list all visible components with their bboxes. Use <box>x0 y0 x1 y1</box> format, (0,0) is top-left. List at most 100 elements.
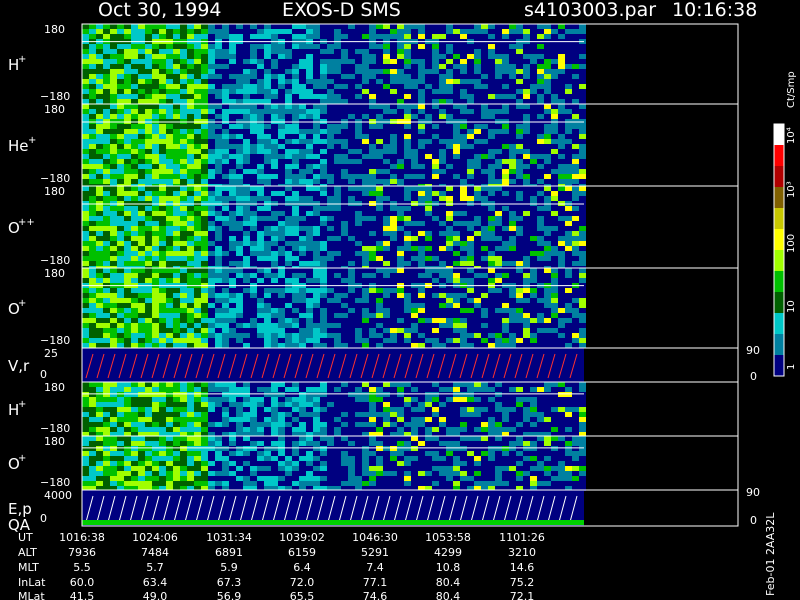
spectrogram-cell <box>376 246 383 251</box>
spectrogram-cell <box>355 196 362 201</box>
spectrogram-cell <box>264 154 271 159</box>
spectrogram-cell <box>418 109 425 114</box>
spectrogram-cell <box>89 288 96 293</box>
spectrogram-cell <box>299 99 306 104</box>
spectrogram-cell <box>495 206 502 211</box>
spectrogram-cell <box>502 34 509 39</box>
spectrogram-cell <box>341 338 348 343</box>
spectrogram-cell <box>243 303 250 308</box>
spectrogram-cell <box>187 94 194 99</box>
spectrogram-cell <box>313 278 320 283</box>
spectrogram-cell <box>159 149 166 154</box>
spectrogram-cell <box>488 328 495 333</box>
spectrogram-cell <box>348 29 355 34</box>
spectrogram-cell <box>530 251 537 256</box>
spectrogram-cell <box>558 268 565 273</box>
spectrogram-cell <box>159 273 166 278</box>
spectrogram-cell <box>229 236 236 241</box>
spectrogram-cell <box>180 303 187 308</box>
spectrogram-cell <box>348 114 355 119</box>
spectrogram-cell <box>229 104 236 109</box>
spectrogram-cell <box>278 246 285 251</box>
spectrogram-cell <box>299 24 306 29</box>
spectrogram-cell <box>194 298 201 303</box>
spectrogram-cell <box>117 323 124 328</box>
spectrogram-cell <box>215 273 222 278</box>
spectrogram-cell <box>439 89 446 94</box>
spectrogram-cell <box>425 261 432 266</box>
spectrogram-cell <box>355 338 362 343</box>
spectrogram-cell <box>418 201 425 206</box>
spectrogram-cell <box>201 318 208 323</box>
spectrogram-cell <box>488 89 495 94</box>
spectrogram-cell <box>453 231 460 236</box>
spectrogram-cell <box>369 323 376 328</box>
spectrogram-cell <box>173 89 180 94</box>
spectrogram-cell <box>264 226 271 231</box>
spectrogram-cell <box>334 109 341 114</box>
spectrogram-cell <box>180 99 187 104</box>
spectrogram-cell <box>306 174 313 179</box>
spectrogram-cell <box>474 216 481 221</box>
spectrogram-cell <box>341 59 348 64</box>
spectrogram-cell <box>411 328 418 333</box>
spectrogram-cell <box>243 179 250 184</box>
spectrogram-cell <box>537 231 544 236</box>
spectrogram-cell <box>313 211 320 216</box>
spectrogram-cell <box>488 273 495 278</box>
spectrogram-cell <box>180 34 187 39</box>
spectrogram-cell <box>166 397 173 402</box>
spectrogram-cell <box>544 318 551 323</box>
spectrogram-cell <box>194 293 201 298</box>
spectrogram-cell <box>278 94 285 99</box>
spectrogram-cell <box>523 186 530 191</box>
spectrogram-cell <box>348 343 355 348</box>
spectrogram-cell <box>173 328 180 333</box>
spectrogram-cell <box>397 246 404 251</box>
spectrogram-cell <box>187 211 194 216</box>
spectrogram-cell <box>418 104 425 109</box>
spectrogram-cell <box>523 149 530 154</box>
spectrogram-cell <box>516 201 523 206</box>
spectrogram-cell <box>292 216 299 221</box>
spectrogram-cell <box>572 268 579 273</box>
spectrogram-cell <box>278 211 285 216</box>
spectrogram-cell <box>453 256 460 261</box>
spectrogram-cell <box>502 298 509 303</box>
spectrogram-cell <box>292 149 299 154</box>
spectrogram-cell <box>103 288 110 293</box>
spectrogram-cell <box>194 124 201 129</box>
spectrogram-cell <box>495 59 502 64</box>
spectrogram-cell <box>306 308 313 313</box>
spectrogram-cell <box>194 256 201 261</box>
spectrogram-cell <box>446 74 453 79</box>
spectrogram-cell <box>152 174 159 179</box>
spectrogram-cell <box>558 298 565 303</box>
spectrogram-cell <box>460 216 467 221</box>
spectrogram-cell <box>201 313 208 318</box>
spectrogram-cell <box>117 412 124 417</box>
spectrogram-cell <box>124 261 131 266</box>
spectrogram-cell <box>404 246 411 251</box>
spectrogram-cell <box>558 174 565 179</box>
spectrogram-cell <box>460 74 467 79</box>
spectrogram-cell <box>523 298 530 303</box>
spectrogram-cell <box>404 54 411 59</box>
spectrogram-cell <box>502 273 509 278</box>
spectrogram-cell <box>215 139 222 144</box>
spectrogram-cell <box>341 114 348 119</box>
spectrogram-cell <box>313 288 320 293</box>
spectrogram-cell <box>264 109 271 114</box>
spectrogram-cell <box>292 221 299 226</box>
spectrogram-cell <box>551 74 558 79</box>
spectrogram-cell <box>285 201 292 206</box>
spectrogram-cell <box>558 99 565 104</box>
spectrogram-cell <box>187 129 194 134</box>
spectrogram-cell <box>460 109 467 114</box>
spectrogram-cell <box>397 288 404 293</box>
spectrogram-cell <box>96 74 103 79</box>
spectrogram-cell <box>166 196 173 201</box>
spectrogram-cell <box>467 328 474 333</box>
spectrogram-cell <box>243 313 250 318</box>
spectrogram-cell <box>495 144 502 149</box>
